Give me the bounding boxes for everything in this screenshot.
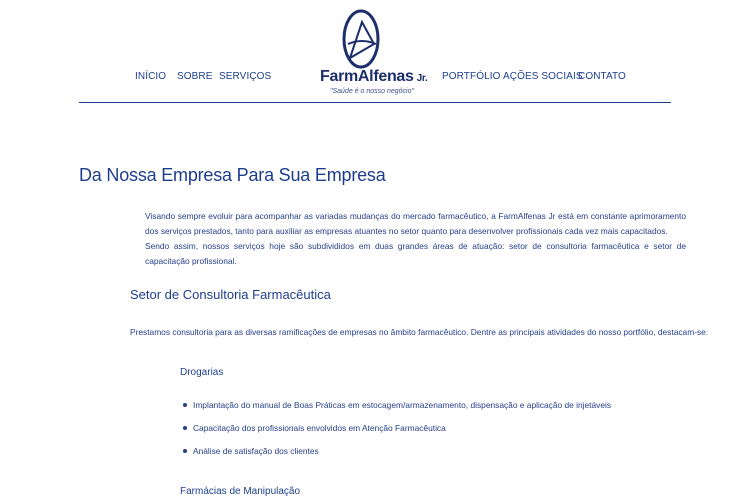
nav-item-inicio[interactable]: INÍCIO bbox=[135, 71, 166, 82]
logo-emblem-icon bbox=[342, 9, 380, 69]
logo-name-text: FarmAlfenas bbox=[320, 68, 414, 85]
list-item: Implantação do manual de Boas Práticas e… bbox=[183, 400, 611, 423]
intro-paragraph: Sendo assim, nossos serviços hoje são su… bbox=[145, 241, 686, 266]
page-title: Da Nossa Empresa Para Sua Empresa bbox=[79, 165, 386, 185]
list-item: Capacitação dos profissionais envolvidos… bbox=[183, 423, 611, 446]
nav-item-sobre[interactable]: SOBRE bbox=[177, 71, 213, 82]
header-divider bbox=[79, 102, 671, 103]
nav-item-servicos[interactable]: SERVIÇOS bbox=[219, 71, 271, 82]
site-header: INÍCIO SOBRE SERVIÇOS FarmAlfenas Jr. "Sa… bbox=[0, 0, 750, 104]
logo-wordmark: FarmAlfenas Jr. bbox=[320, 68, 428, 86]
nav-item-acoes-sociais[interactable]: AÇÕES SOCIAIS bbox=[503, 71, 583, 82]
intro-text: Visando sempre evoluir para acompanhar a… bbox=[145, 209, 686, 269]
nav-item-portfolio[interactable]: PORTFÓLIO bbox=[442, 71, 501, 82]
section-text: Prestamos consultoria para as diversas r… bbox=[130, 327, 709, 337]
subsection-title-manipulacao: Farmácias de Manipulação bbox=[180, 486, 301, 497]
subsection-title-drogarias: Drogarias bbox=[180, 367, 224, 378]
drogarias-list: Implantação do manual de Boas Práticas e… bbox=[183, 400, 611, 469]
logo-tagline: "Saúde é o nosso negócio" bbox=[330, 88, 414, 95]
list-item: Análise de satisfação dos clientes bbox=[183, 446, 611, 469]
nav-item-contato[interactable]: CONTATO bbox=[578, 71, 626, 82]
page: INÍCIO SOBRE SERVIÇOS FarmAlfenas Jr. "Sa… bbox=[0, 0, 750, 500]
intro-paragraph: Visando sempre evoluir para acompanhar a… bbox=[145, 211, 686, 236]
logo-suffix: Jr. bbox=[416, 73, 428, 84]
section-title: Setor de Consultoria Farmacêutica bbox=[130, 287, 331, 302]
site-logo[interactable]: FarmAlfenas Jr. "Saúde é o nosso negócio" bbox=[318, 8, 428, 98]
